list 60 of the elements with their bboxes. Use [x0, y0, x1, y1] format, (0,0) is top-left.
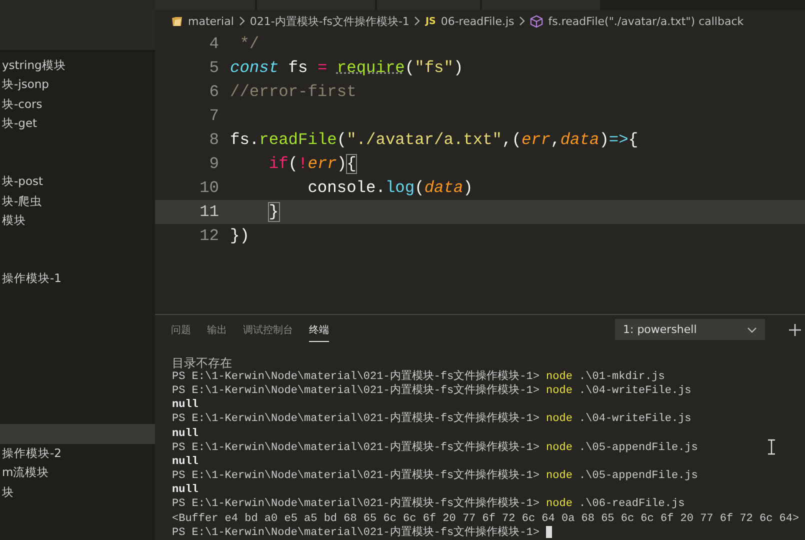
terminal-line: PS E:\1-Kerwin\Node\material\021-内置模块-fs文件操作模块-1> node .\05-appendFile.js: [172, 469, 698, 484]
terminal-line: PS E:\1-Kerwin\Node\material\021-内置模块-fs文件操作模块-1> node .\05-appendFile.js: [172, 440, 698, 455]
panel-tab[interactable]: 终端: [309, 317, 329, 342]
line-number: 9: [208, 155, 220, 173]
terminal-line: PS E:\1-Kerwin\Node\material\021-内置模块-fs文件操作模块-1> node .\06-readFile.js: [172, 497, 685, 512]
line-number: 8: [208, 131, 220, 149]
explorer-item[interactable]: m流模块: [0, 463, 155, 483]
explorer-item[interactable]: 块: [0, 482, 155, 502]
chevron-down-icon: [747, 326, 757, 333]
explorer-item[interactable]: 块-post: [0, 172, 155, 192]
plus-icon[interactable]: [789, 324, 801, 336]
panel-tab[interactable]: 输出: [207, 317, 227, 342]
breadcrumb-item[interactable]: material: [188, 14, 234, 28]
line-number: 7: [208, 107, 220, 125]
line-number: 4: [208, 35, 220, 53]
line-number: 12: [198, 227, 220, 245]
terminal-line: PS E:\1-Kerwin\Node\material\021-内置模块-fs文件操作模块-1> node .\04-writeFile.js: [172, 412, 692, 426]
explorer-item[interactable]: 操作模块-1: [0, 269, 155, 289]
explorer-item[interactable]: 块-cors: [0, 94, 155, 114]
folder-icon: [171, 15, 183, 27]
text-cursor-icon: [768, 439, 775, 455]
chevron-right-icon: [519, 16, 526, 26]
explorer-item[interactable]: [0, 424, 155, 444]
terminal-line: <Buffer e4 bd a0 e5 a5 bd 68 65 6c 6c 6f 20 77 6f 72 6c 64 0a 68 65 6c 6c 6f 20 77 6f 72 6c 64>: [172, 512, 800, 526]
panel-tab[interactable]: 问题: [171, 317, 191, 342]
chevron-right-icon: [238, 16, 245, 26]
terminal-line: null: [172, 426, 198, 441]
explorer-item[interactable]: 块-get: [0, 114, 155, 134]
breadcrumb-item[interactable]: 06-readFile.js: [440, 14, 514, 28]
terminal-select[interactable]: 1: powershell: [615, 319, 765, 340]
terminal-line: PS E:\1-Kerwin\Node\material\021-内置模块-fs文件操作模块-1> node .\04-writeFile.js: [172, 384, 692, 398]
breadcrumb-item[interactable]: 021-内置模块-fs文件操作模块-1: [250, 14, 410, 28]
line-number: 6: [208, 83, 220, 101]
terminal-line: null: [172, 483, 198, 498]
code-line: }: [268, 203, 279, 221]
chevron-right-icon: [414, 16, 420, 26]
terminal-line: null: [172, 454, 198, 470]
explorer-item[interactable]: 操作模块-2: [0, 444, 155, 464]
explorer-item[interactable]: 块-爬虫: [0, 192, 155, 212]
breadcrumb-item[interactable]: fs.readFile("./avatar/a.txt") callback: [548, 14, 744, 28]
code-line: //error-first: [230, 83, 356, 101]
line-number: 5: [208, 59, 220, 77]
panel-tab[interactable]: 调试控制台: [243, 317, 293, 342]
code-line: */: [238, 35, 260, 53]
js-file-label: JS: [425, 16, 436, 26]
terminal-line: PS E:\1-Kerwin\Node\material\021-内置模块-fs文件操作模块-1> node .\01-mkdir.js: [172, 370, 665, 384]
terminal-line: null: [172, 398, 198, 412]
code-line: console.log(data): [306, 179, 473, 197]
cube-icon: [530, 14, 544, 28]
explorer-item[interactable]: ystring模块: [0, 56, 155, 76]
code-line: fs.readFile("./avatar/a.txt",(err,data)=>{: [230, 131, 638, 149]
line-number: 10: [198, 179, 220, 197]
explorer-item[interactable]: 模块: [0, 211, 155, 231]
line-number: 11: [198, 203, 220, 221]
code-line: if(!err){: [268, 155, 356, 173]
code-line: }): [230, 227, 250, 245]
terminal-line: 目录不存在: [172, 356, 232, 370]
code-line: const fs = require("fs"): [230, 59, 464, 77]
terminal-line: PS E:\1-Kerwin\Node\material\021-内置模块-fs文件操作模块-1>: [172, 526, 552, 540]
explorer-item[interactable]: 块-jsonp: [0, 75, 155, 95]
